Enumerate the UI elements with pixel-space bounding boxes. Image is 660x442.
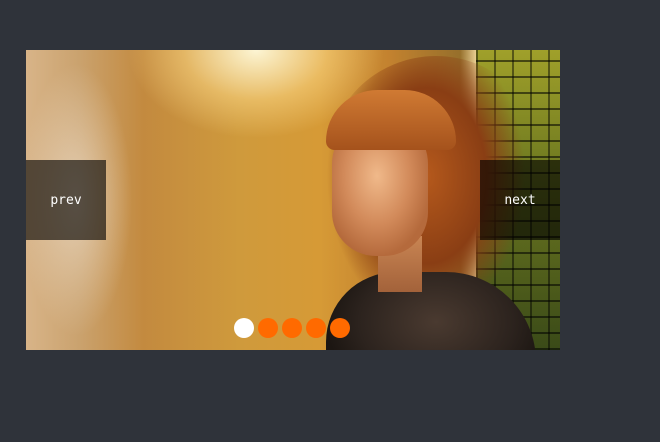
next-button-label: next bbox=[504, 192, 536, 208]
pagination-dot[interactable] bbox=[306, 318, 326, 338]
pagination-dot[interactable] bbox=[258, 318, 278, 338]
next-button[interactable]: next bbox=[480, 160, 560, 240]
prev-button-label: prev bbox=[50, 192, 82, 208]
image-slider: prev next bbox=[26, 50, 560, 350]
pagination-dot-active[interactable] bbox=[234, 318, 254, 338]
prev-button[interactable]: prev bbox=[26, 160, 106, 240]
pagination-dots bbox=[234, 318, 350, 338]
pagination-dot[interactable] bbox=[282, 318, 302, 338]
pagination-dot[interactable] bbox=[330, 318, 350, 338]
